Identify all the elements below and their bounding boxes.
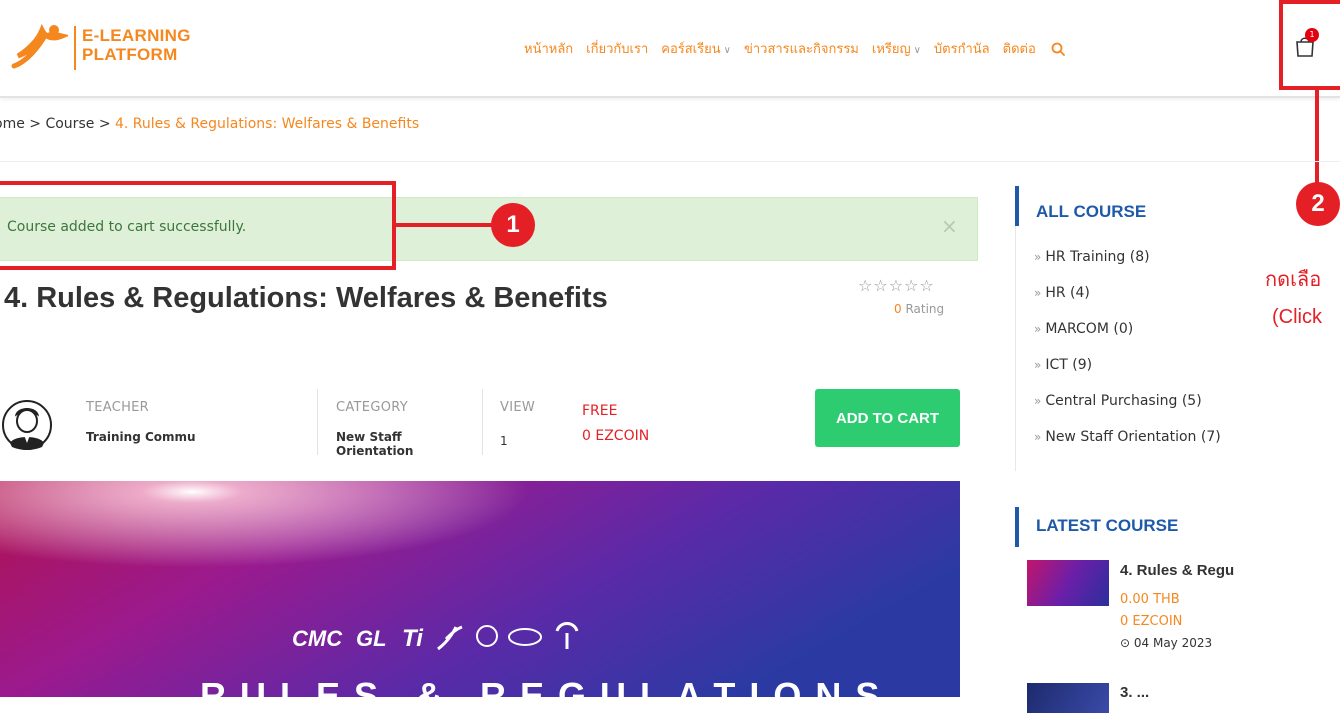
nav-item-courses[interactable]: คอร์สเรียน ∨ (661, 38, 731, 59)
brand-swoosh-logo[interactable] (8, 22, 68, 70)
svg-text:CMC: CMC (292, 626, 343, 651)
sidebar-divider (1015, 186, 1016, 471)
search-icon[interactable] (1051, 42, 1065, 56)
alert-message: Course added to cart successfully. (7, 219, 247, 235)
annotation-hint-en: (Click (1272, 306, 1322, 328)
annotation-step-2: 2 (1296, 182, 1340, 226)
double-chevron-icon: » (1034, 286, 1042, 300)
close-icon[interactable]: × (941, 214, 958, 238)
rating-count: 0 (894, 302, 902, 316)
cart-count-badge: 1 (1305, 28, 1319, 42)
category-item[interactable]: » MARCOM (0) (1034, 319, 1221, 355)
category-value-line-1: New Staff (336, 430, 402, 444)
latest-course-date-text: 04 May 2023 (1133, 636, 1213, 650)
breadcrumb: ome > Course > 4. Rules & Regulations: W… (0, 116, 419, 132)
logo-divider (74, 26, 76, 70)
nav-item-coins-label: เหรียญ (871, 42, 911, 57)
latest-course-title: LATEST COURSE (1036, 516, 1179, 535)
teacher-label: TEACHER (86, 400, 150, 415)
latest-course-price: 0.00 THB (1120, 592, 1180, 607)
category-item[interactable]: » HR Training (8) (1034, 247, 1221, 283)
brand-line-2: PLATFORM (82, 45, 178, 64)
category-item[interactable]: » New Staff Orientation (7) (1034, 427, 1221, 463)
double-chevron-icon: » (1034, 322, 1042, 336)
breadcrumb-sep: > (29, 116, 42, 132)
rating-summary: 0 Rating (894, 302, 944, 316)
chevron-down-icon: ∨ (913, 45, 921, 56)
latest-course-date: ⊙ 04 May 2023 (1120, 636, 1212, 650)
nav-item-vouchers[interactable]: บัตรกำนัล (934, 38, 990, 59)
divider (0, 161, 1340, 162)
category-item[interactable]: » HR (4) (1034, 283, 1221, 319)
main-nav: หน้าหลัก เกี่ยวกับเรา คอร์สเรียน ∨ ข่าวสา… (524, 38, 1065, 59)
teacher-value[interactable]: Training Commu (86, 430, 196, 444)
breadcrumb-home[interactable]: ome (0, 116, 25, 132)
latest-course-coin: 0 EZCOIN (1120, 614, 1183, 629)
double-chevron-icon: » (1034, 358, 1042, 372)
category-item[interactable]: » ICT (9) (1034, 355, 1221, 391)
category-item-label: New Staff Orientation (7) (1045, 429, 1221, 445)
sidebar-title-accent (1015, 186, 1019, 226)
category-item-label: HR (4) (1045, 285, 1090, 301)
category-item-label: HR Training (8) (1045, 249, 1150, 265)
latest-course-thumbnail[interactable] (1027, 683, 1109, 713)
banner-graphic: CMC GL Ti (0, 481, 960, 697)
category-item[interactable]: » Central Purchasing (5) (1034, 391, 1221, 427)
annotation-connector-1 (396, 223, 496, 227)
price-coin: 0 EZCOIN (582, 428, 650, 444)
rating-stars-icon[interactable]: ☆☆☆☆☆ (858, 276, 935, 295)
nav-item-courses-label: คอร์สเรียน (661, 42, 721, 57)
breadcrumb-course[interactable]: Course (45, 116, 94, 132)
nav-item-news[interactable]: ข่าวสารและกิจกรรม (744, 38, 859, 59)
all-course-title: ALL COURSE (1036, 202, 1147, 221)
breadcrumb-current: 4. Rules & Regulations: Welfares & Benef… (115, 116, 420, 132)
double-chevron-icon: » (1034, 430, 1042, 444)
category-value[interactable]: New Staff Orientation (336, 430, 413, 458)
chevron-down-icon: ∨ (723, 45, 731, 56)
add-to-cart-button[interactable]: ADD TO CART (815, 389, 960, 447)
course-title: 4. Rules & Regulations: Welfares & Benef… (4, 282, 608, 314)
breadcrumb-sep: > (98, 116, 111, 132)
brand-line-1: E-LEARNING (82, 26, 191, 45)
svg-text:Ti: Ti (402, 625, 424, 652)
nav-item-about[interactable]: เกี่ยวกับเรา (586, 38, 648, 59)
sidebar-title-accent (1015, 507, 1019, 547)
nav-item-home[interactable]: หน้าหลัก (524, 38, 573, 59)
category-item-label: ICT (9) (1045, 357, 1093, 373)
annotation-hint-th: กดเลือ (1265, 269, 1322, 291)
double-chevron-icon: » (1034, 250, 1042, 264)
meta-divider (317, 389, 318, 455)
annotation-step-1: 1 (491, 203, 535, 247)
category-value-line-2: Orientation (336, 444, 414, 458)
rating-label: Rating (905, 302, 945, 316)
teacher-avatar-icon (2, 400, 52, 450)
clock-icon: ⊙ (1120, 636, 1134, 650)
course-banner: CMC GL Ti (0, 481, 960, 697)
svg-text:GL: GL (356, 626, 387, 651)
latest-course-name[interactable]: 4. Rules & Regu (1120, 562, 1234, 579)
price-free: FREE (582, 403, 618, 419)
meta-divider (482, 389, 483, 455)
double-chevron-icon: » (1034, 394, 1042, 408)
nav-item-contact[interactable]: ติดต่อ (1003, 38, 1036, 59)
category-list: » HR Training (8) » HR (4) » MARCOM (0) » IC… (1034, 247, 1221, 463)
annotation-connector-2 (1315, 90, 1319, 186)
category-label: CATEGORY (336, 400, 408, 415)
brand-name[interactable]: E-LEARNING PLATFORM (82, 26, 191, 64)
banner-title: RULES & REGULATIONS (200, 675, 894, 716)
latest-course-thumbnail[interactable] (1027, 560, 1109, 606)
category-item-label: Central Purchasing (5) (1045, 393, 1202, 409)
nav-item-coins[interactable]: เหรียญ ∨ (872, 38, 921, 59)
category-item-label: MARCOM (0) (1045, 321, 1134, 337)
site-header: E-LEARNING PLATFORM หน้าหลัก เกี่ยวกับเร… (0, 0, 1340, 98)
view-value: 1 (500, 434, 508, 448)
success-alert: Course added to cart successfully. × (0, 197, 978, 261)
latest-course-name[interactable]: 3. ... (1120, 684, 1149, 701)
view-label: VIEW (500, 400, 535, 415)
